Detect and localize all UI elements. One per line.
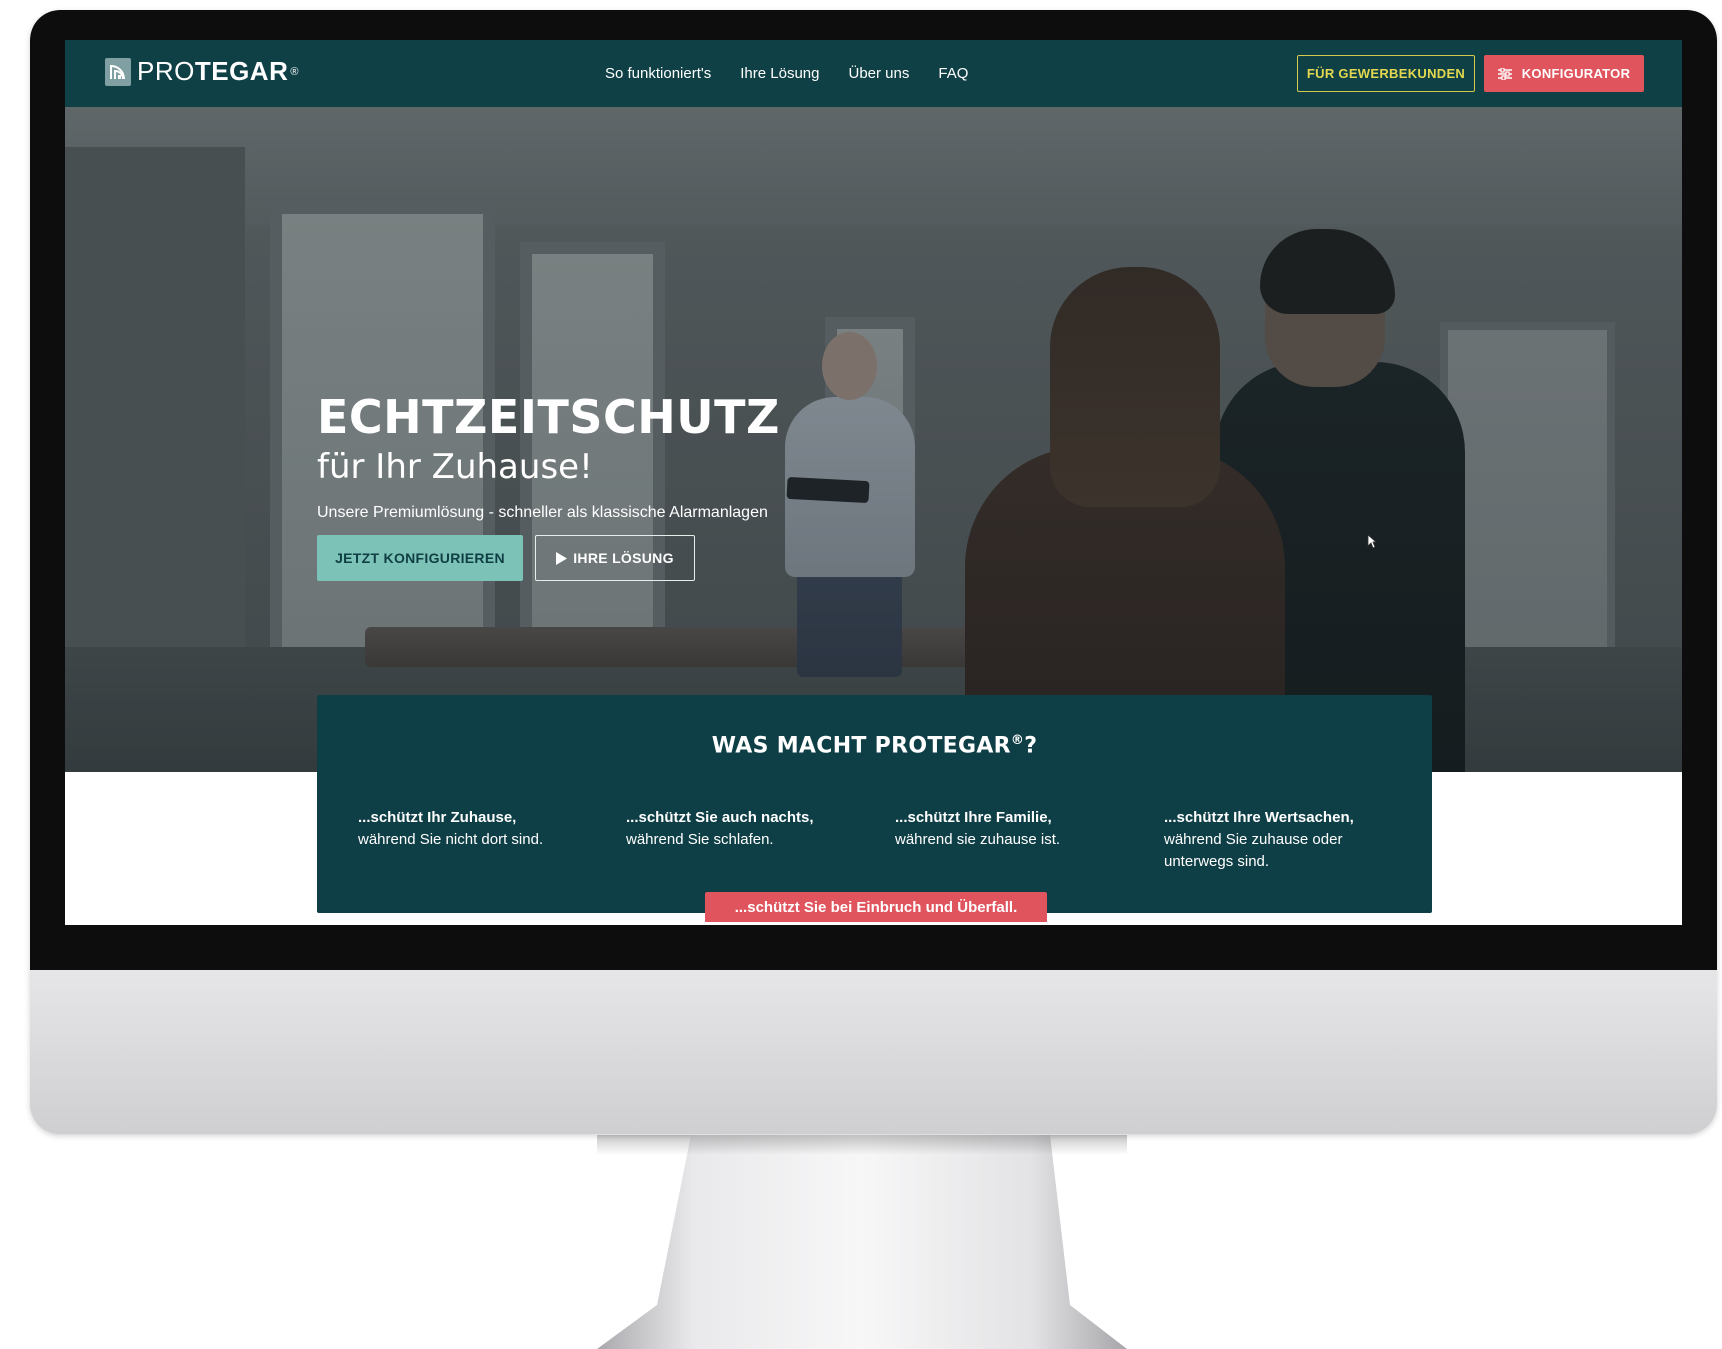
nav-link-how-it-works[interactable]: So funktioniert's	[605, 65, 711, 82]
nav-link-faq[interactable]: FAQ	[938, 65, 968, 82]
play-icon	[556, 551, 568, 565]
hero-overlay	[65, 107, 1682, 772]
monitor-stand-shadow	[597, 1135, 1127, 1155]
info-title-suffix: ?	[1024, 733, 1038, 759]
configurator-button[interactable]: KONFIGURATOR	[1484, 55, 1644, 92]
nav-link-about-us[interactable]: Über uns	[849, 65, 910, 82]
your-solution-button-label: IHRE LÖSUNG	[573, 550, 674, 566]
hero-title: ECHTZEITSCHUTZ	[317, 390, 780, 444]
logo-text-thin: PRO	[137, 56, 195, 86]
feature-heading: ...schützt Ihre Wertsachen,	[1164, 809, 1354, 826]
feature-item: ...schützt Ihre Wertsachen, während Sie …	[1164, 807, 1404, 873]
feature-heading: ...schützt Sie auch nachts,	[626, 809, 814, 826]
feature-item: ...schützt Sie auch nachts, während Sie …	[626, 807, 876, 851]
top-navbar: PROTEGAR ® So funktioniert's Ihre Lösung…	[65, 40, 1682, 107]
hero-section: ECHTZEITSCHUTZ für Ihr Zuhause! Unsere P…	[65, 107, 1682, 772]
feature-text: während Sie nicht dort sind.	[358, 831, 544, 848]
hero-description: Unsere Premiumlösung - schneller als kla…	[317, 504, 768, 521]
screen: PROTEGAR ® So funktioniert's Ihre Lösung…	[65, 40, 1682, 925]
mouse-cursor-icon	[1367, 534, 1378, 554]
nav-link-your-solution[interactable]: Ihre Lösung	[740, 65, 819, 82]
feature-item: ...schützt Ihr Zuhause, während Sie nich…	[358, 807, 608, 851]
logo-text: PROTEGAR	[137, 56, 288, 87]
burglary-robbery-highlight[interactable]: ...schützt Sie bei Einbruch und Überfall…	[705, 892, 1047, 922]
hero-subtitle: für Ihr Zuhause!	[317, 447, 593, 487]
configure-now-button[interactable]: JETZT KONFIGURIEREN	[317, 535, 523, 581]
feature-text: während sie zuhause ist.	[895, 831, 1061, 848]
configurator-button-label: KONFIGURATOR	[1521, 66, 1631, 81]
main-nav: So funktioniert's Ihre Lösung Über uns F…	[605, 40, 997, 107]
info-title-registered-mark: ®	[1010, 733, 1025, 748]
protegar-signal-icon	[105, 57, 131, 86]
feature-item: ...schützt Ihre Familie, während sie zuh…	[895, 807, 1145, 851]
what-protegar-does-card: WAS MACHT PROTEGAR®? ...schützt Ihr Zuha…	[317, 695, 1432, 922]
feature-text: während Sie zuhause oder unterwegs sind.	[1164, 831, 1343, 870]
monitor-stand	[597, 1135, 1127, 1349]
info-title-text: WAS MACHT PROTEGAR	[711, 733, 1011, 759]
your-solution-button[interactable]: IHRE LÖSUNG	[535, 535, 695, 581]
logo[interactable]: PROTEGAR ®	[105, 56, 298, 87]
feature-text: während Sie schlafen.	[626, 831, 774, 848]
feature-heading: ...schützt Ihr Zuhause,	[358, 809, 517, 826]
info-card-title: WAS MACHT PROTEGAR®?	[317, 733, 1432, 758]
feature-heading: ...schützt Ihre Familie,	[895, 809, 1052, 826]
logo-text-bold: TEGAR	[194, 56, 289, 86]
monitor-chin	[30, 970, 1717, 1134]
business-customers-button[interactable]: FÜR GEWERBEKUNDEN	[1297, 55, 1475, 92]
sliders-icon	[1497, 67, 1512, 80]
logo-registered-mark: ®	[290, 65, 299, 78]
